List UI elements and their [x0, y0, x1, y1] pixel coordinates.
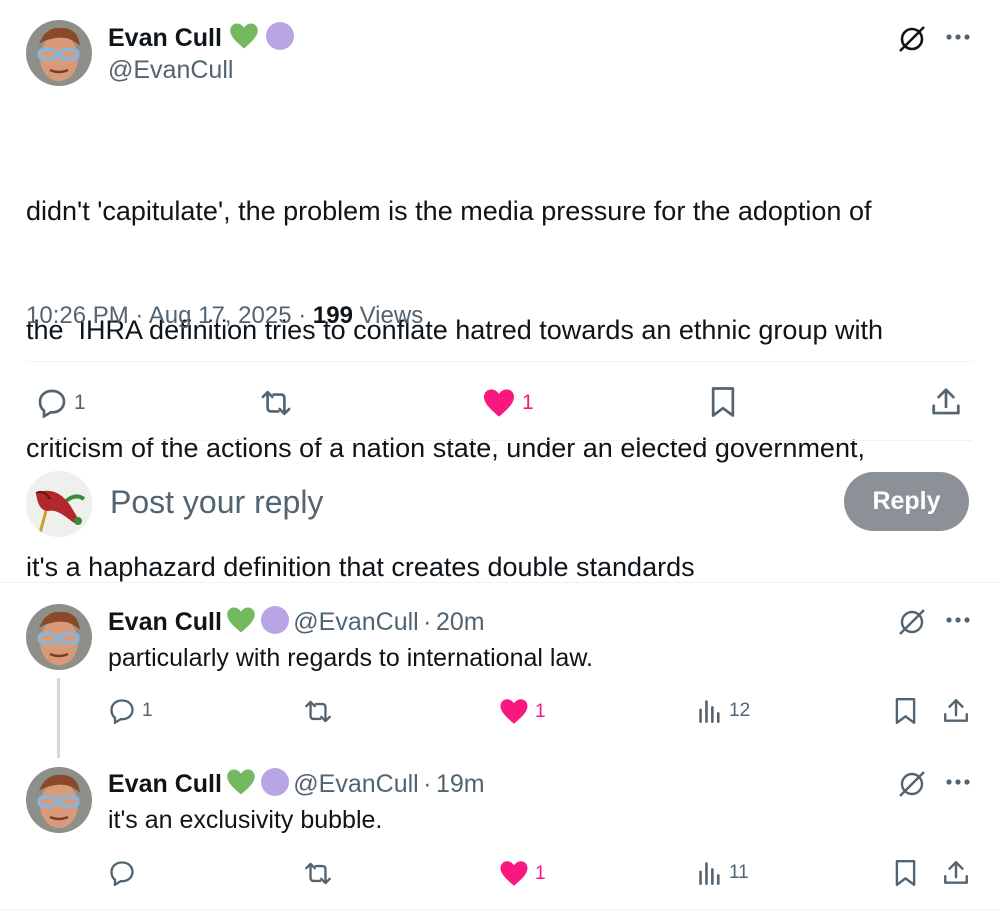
reply-button[interactable]: Reply: [844, 472, 969, 531]
repost-icon: [305, 862, 331, 885]
share-icon: [944, 861, 968, 884]
bookmark-action[interactable]: [894, 859, 917, 887]
more-options-icon[interactable]: [945, 616, 971, 624]
author-name[interactable]: Evan Cull: [108, 24, 222, 52]
bookmark-action[interactable]: [710, 386, 736, 418]
repost-icon: [261, 390, 291, 416]
reply-action[interactable]: [108, 860, 142, 886]
reply-count: 1: [74, 391, 86, 414]
repost-action[interactable]: [302, 698, 334, 725]
author-handle[interactable]: @EvanCull: [108, 56, 233, 85]
heart-filled-icon: [500, 699, 528, 724]
purple-circle-icon: [260, 768, 289, 796]
time-ago[interactable]: 20m: [436, 608, 485, 636]
reply-action[interactable]: 1: [36, 388, 86, 418]
green-heart-icon: [226, 606, 256, 639]
current-user-avatar[interactable]: [26, 471, 92, 537]
timestamp-date[interactable]: Aug 17, 2025: [149, 302, 292, 329]
avatar[interactable]: [26, 604, 92, 670]
views-action[interactable]: 11: [697, 860, 749, 886]
reply-action[interactable]: 1: [108, 698, 153, 724]
reply-icon: [110, 861, 134, 886]
repost-action[interactable]: [302, 860, 334, 887]
tweet-meta: 10:26 PM · Aug 17, 2025 · 199 Views: [26, 302, 423, 330]
timestamp-time[interactable]: 10:26 PM: [26, 302, 129, 329]
share-icon: [932, 388, 960, 415]
like-action[interactable]: 1: [499, 698, 546, 725]
like-count: 1: [535, 862, 546, 884]
share-icon: [944, 699, 968, 722]
like-count: 1: [522, 391, 534, 414]
repost-action[interactable]: [258, 388, 294, 418]
more-options-icon[interactable]: [945, 33, 971, 41]
separator: ·: [423, 608, 432, 636]
author-handle[interactable]: @EvanCull: [293, 770, 418, 798]
analytics-icon: [699, 700, 720, 723]
purple-circle-icon: [265, 22, 294, 50]
reply-text: particularly with regards to internation…: [108, 644, 593, 672]
analytics-icon: [699, 862, 720, 885]
repost-icon: [305, 700, 331, 723]
heart-filled-icon: [500, 861, 528, 886]
bookmark-icon: [895, 859, 916, 887]
like-action[interactable]: 1: [482, 388, 534, 418]
reply-icon: [38, 389, 66, 418]
view-count: 12: [729, 700, 751, 721]
like-action[interactable]: 1: [499, 860, 546, 887]
avatar[interactable]: [26, 767, 92, 833]
divider: [26, 440, 972, 441]
reply-input[interactable]: Post your reply: [110, 484, 810, 521]
purple-circle-icon: [260, 606, 289, 634]
share-action[interactable]: [942, 697, 970, 725]
thread-line: [57, 678, 60, 758]
like-count: 1: [535, 700, 546, 722]
divider: [26, 361, 972, 362]
reply-text: it's an exclusivity bubble.: [108, 806, 383, 834]
author-handle[interactable]: @EvanCull: [293, 608, 418, 636]
separator: ·: [423, 770, 432, 798]
tweet-text-line: criticism of the actions of a nation sta…: [26, 433, 865, 463]
more-options-icon[interactable]: [945, 778, 971, 786]
grok-icon[interactable]: [897, 24, 927, 54]
green-heart-icon: [226, 768, 256, 801]
share-action[interactable]: [942, 859, 970, 887]
divider: [0, 582, 1000, 583]
reply-icon: [110, 699, 134, 724]
separator: ·: [135, 302, 144, 329]
bookmark-action[interactable]: [894, 697, 917, 725]
tweet-text-line: didn't 'capitulate', the problem is the …: [26, 196, 872, 226]
author-name[interactable]: Evan Cull: [108, 608, 222, 636]
views-count: 199: [312, 302, 353, 329]
reply-count: 1: [142, 700, 153, 721]
heart-filled-icon: [484, 389, 514, 417]
share-action[interactable]: [930, 386, 962, 418]
author-name[interactable]: Evan Cull: [108, 770, 222, 798]
view-count: 11: [729, 862, 749, 883]
bookmark-icon: [895, 697, 916, 725]
separator: ·: [298, 302, 307, 329]
avatar[interactable]: [26, 20, 92, 86]
tweet-text: didn't 'capitulate', the problem is the …: [26, 113, 883, 666]
views-action[interactable]: 12: [697, 698, 750, 724]
time-ago[interactable]: 19m: [436, 770, 485, 798]
views-label: Views: [359, 302, 424, 329]
bookmark-icon: [711, 387, 735, 417]
divider: [0, 909, 1000, 910]
grok-icon[interactable]: [897, 607, 927, 637]
green-heart-icon: [229, 22, 259, 57]
grok-icon[interactable]: [897, 769, 927, 799]
